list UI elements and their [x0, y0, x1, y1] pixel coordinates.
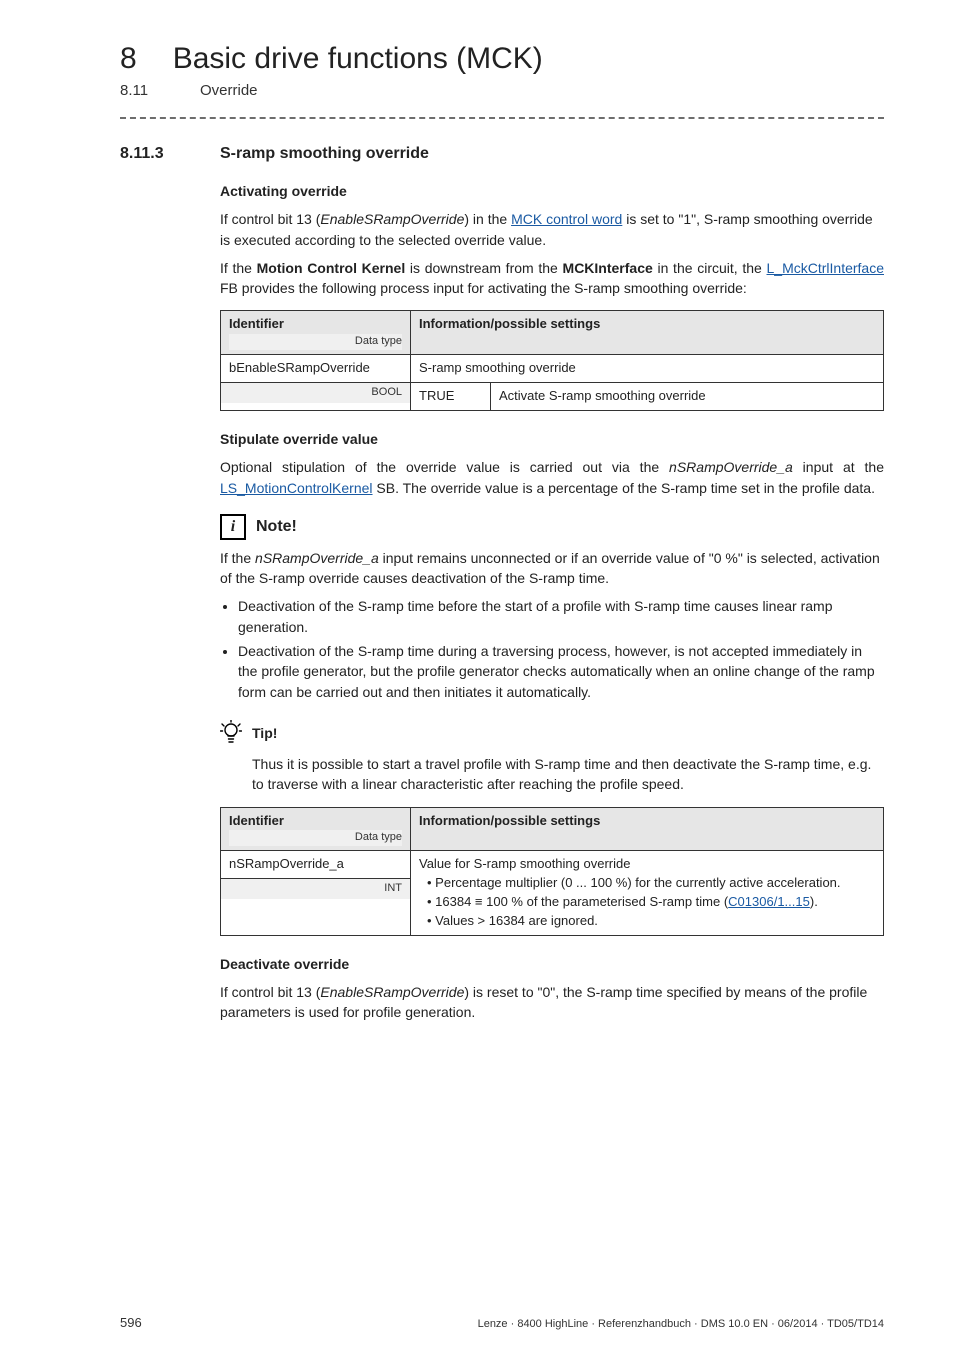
text: If the [220, 550, 255, 566]
text: • 16384 ≡ 100 % of the parameterised S-r… [427, 894, 728, 909]
section-number-minor: 8.11 [120, 82, 164, 99]
para-deactivate: If control bit 13 (EnableSRampOverride) … [220, 982, 884, 1023]
page-number: 596 [120, 1315, 142, 1330]
table-process-input: Identifier Data type Information/possibl… [220, 310, 884, 410]
heading-stipulate: Stipulate override value [220, 429, 884, 449]
text: If control bit 13 ( [220, 984, 320, 1000]
chapter-title: Basic drive functions (MCK) [173, 42, 543, 76]
text: is downstream from the [405, 260, 562, 276]
desc-line: Value for S-ramp smoothing override [419, 855, 875, 874]
cell-datatype: BOOL [221, 382, 410, 403]
para-activating-1: If control bit 13 (EnableSRampOverride) … [220, 209, 884, 250]
para-activating-2: If the Motion Control Kernel is downstre… [220, 258, 884, 299]
desc-line: • Percentage multiplier (0 ... 100 %) fo… [419, 874, 875, 893]
tip-label: Tip! [252, 723, 277, 743]
cell-identifier: bEnableSRampOverride [221, 355, 410, 382]
link-mckctrlinterface[interactable]: L_MckCtrlInterface [767, 260, 884, 276]
link-mck-control-word[interactable]: MCK control word [511, 211, 622, 227]
th-info: Information/possible settings [411, 807, 884, 851]
heading-deactivate: Deactivate override [220, 954, 884, 974]
cell-desc: Value for S-ramp smoothing override • Pe… [411, 851, 884, 935]
th-identifier: Identifier Data type [221, 807, 411, 851]
th-datatype-label: Data type [229, 830, 402, 846]
note-block: i Note! If the nSRampOverride_a input re… [220, 514, 884, 702]
table-row: nSRampOverride_a INT Value for S-ramp sm… [221, 851, 884, 935]
lightbulb-icon [220, 720, 242, 746]
th-identifier-label: Identifier [229, 315, 402, 334]
identifier-em: nSRampOverride_a [669, 459, 793, 475]
text: SB. The override value is a percentage o… [373, 480, 875, 496]
desc-line: • 16384 ≡ 100 % of the parameterised S-r… [419, 893, 875, 912]
list-item: Deactivation of the S-ramp time during a… [238, 641, 884, 702]
tip-block: Tip! Thus it is possible to start a trav… [220, 720, 884, 795]
heading-activating: Activating override [220, 181, 884, 201]
desc-line: • Values > 16384 are ignored. [419, 912, 875, 931]
identifier-em: EnableSRampOverride [320, 211, 464, 227]
th-identifier-label: Identifier [229, 812, 402, 831]
identifier-em: EnableSRampOverride [320, 984, 464, 1000]
divider-dashed [120, 117, 884, 119]
term-mck: Motion Control Kernel [257, 260, 406, 276]
text: If control bit 13 ( [220, 211, 320, 227]
tip-paragraph: Thus it is possible to start a travel pr… [252, 754, 884, 795]
list-item: Deactivation of the S-ramp time before t… [238, 596, 884, 637]
text: If the [220, 260, 257, 276]
identifier-em: nSRampOverride_a [255, 550, 379, 566]
text: Optional stipulation of the override val… [220, 459, 669, 475]
doc-info: Lenze · 8400 HighLine · Referenzhandbuch… [478, 1318, 884, 1330]
text: input at the [793, 459, 884, 475]
chapter-number: 8 [120, 42, 137, 76]
link-c01306[interactable]: C01306/1...15 [728, 894, 810, 909]
info-icon: i [220, 514, 246, 540]
cell-identifier: nSRampOverride_a [221, 851, 410, 878]
text: FB provides the following process input … [220, 280, 747, 296]
table-header-row: Identifier Data type Information/possibl… [221, 311, 884, 355]
cell-desc: S-ramp smoothing override [411, 355, 884, 383]
page-footer: 596 Lenze · 8400 HighLine · Referenzhand… [0, 1315, 954, 1330]
section-title-minor: Override [200, 82, 258, 99]
cell-value: TRUE [411, 383, 491, 411]
th-info: Information/possible settings [411, 311, 884, 355]
table-override-value: Identifier Data type Information/possibl… [220, 807, 884, 936]
note-label: Note! [256, 515, 297, 538]
subsection-number: 8.11.3 [120, 145, 184, 163]
th-identifier: Identifier Data type [221, 311, 411, 355]
text: ). [810, 894, 818, 909]
link-motioncontrolkernel[interactable]: LS_MotionControlKernel [220, 480, 373, 496]
subsection-title: S-ramp smoothing override [220, 145, 429, 163]
th-datatype-label: Data type [229, 334, 402, 350]
cell-datatype: INT [221, 878, 410, 899]
table-header-row: Identifier Data type Information/possibl… [221, 807, 884, 851]
note-paragraph: If the nSRampOverride_a input remains un… [220, 548, 884, 589]
term-mckinterface: MCKInterface [563, 260, 653, 276]
cell-value-desc: Activate S-ramp smoothing override [491, 383, 884, 411]
text: ) in the [464, 211, 511, 227]
para-stipulate: Optional stipulation of the override val… [220, 457, 884, 498]
text: in the circuit, the [653, 260, 767, 276]
table-row: bEnableSRampOverride BOOL S-ramp smoothi… [221, 355, 884, 383]
note-list: Deactivation of the S-ramp time before t… [238, 596, 884, 701]
